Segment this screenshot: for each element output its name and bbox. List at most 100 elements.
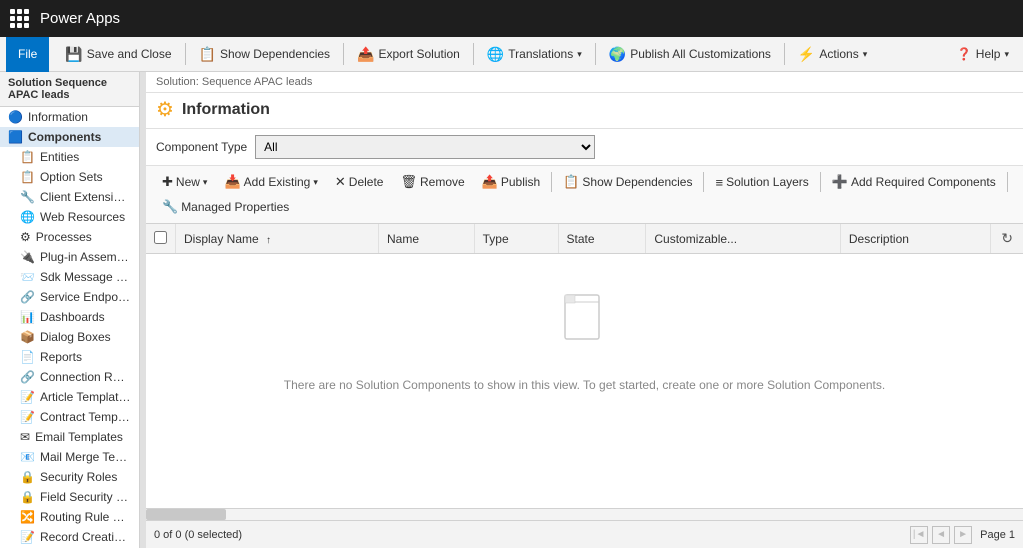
sidebar-item-dialog-boxes[interactable]: 📦 Dialog Boxes [0, 327, 139, 347]
th-display-name[interactable]: Display Name ↑ [176, 224, 379, 254]
next-page-button[interactable]: ► [954, 526, 972, 544]
th-state: State [558, 224, 646, 254]
sidebar-item-sdk-message[interactable]: 📨 Sdk Message Processi... [0, 267, 139, 287]
sidebar-item-label: Dashboards [40, 310, 105, 324]
sidebar-item-service-endpoints[interactable]: 🔗 Service Endpoints [0, 287, 139, 307]
sidebar-item-label: Field Security Profiles [40, 490, 131, 504]
sidebar-item-client-extensions[interactable]: 🔧 Client Extensions [0, 187, 139, 207]
sidebar-item-label: Plug-in Assemblies [40, 250, 131, 264]
publish-all-button[interactable]: 🌍 Publish All Customizations [601, 42, 779, 67]
sidebar-item-label: Service Endpoints [40, 290, 131, 304]
th-type: Type [474, 224, 558, 254]
horizontal-scrollbar[interactable] [146, 508, 1023, 520]
record-creation-icon: 📝 [20, 530, 35, 544]
sidebar-item-security-roles[interactable]: 🔒 Security Roles [0, 467, 139, 487]
plugin-assemblies-icon: 🔌 [20, 250, 35, 264]
show-dependencies-toolbar-button[interactable]: 📋 Show Dependencies [191, 42, 339, 67]
page-nav: |◄ ◄ ► Page 1 [910, 526, 1015, 544]
sidebar-item-components[interactable]: 🟦 Components [0, 127, 139, 147]
sidebar-item-field-security[interactable]: 🔒 Field Security Profiles [0, 487, 139, 507]
publish-all-icon: 🌍 [609, 46, 626, 63]
sidebar-item-label: Mail Merge Templates [40, 450, 131, 464]
solution-layers-button[interactable]: ≡ Solution Layers [707, 171, 816, 194]
sidebar-item-entities[interactable]: 📋 Entities [0, 147, 139, 167]
actions-button[interactable]: ⚡ Actions ▾ [790, 42, 875, 67]
information-icon: 🔵 [8, 110, 23, 124]
email-templates-icon: ✉ [20, 430, 30, 444]
show-dep-icon: 📋 [563, 174, 579, 190]
sidebar-item-article-templates[interactable]: 📝 Article Templates [0, 387, 139, 407]
sidebar-item-label: Security Roles [40, 470, 117, 484]
action-separator-1 [551, 172, 552, 192]
toolbar-separator-4 [595, 43, 596, 65]
file-button[interactable]: File [6, 37, 49, 72]
client-extensions-icon: 🔧 [20, 190, 35, 204]
refresh-button[interactable]: ↻ [999, 228, 1015, 249]
new-button[interactable]: ✚ New ▾ [154, 170, 215, 194]
sidebar-item-record-creation[interactable]: 📝 Record Creation and U... [0, 527, 139, 547]
help-button[interactable]: ❓ Help ▾ [949, 43, 1017, 65]
sidebar-item-label: Option Sets [40, 170, 103, 184]
record-count: 0 of 0 (0 selected) [154, 529, 242, 541]
remove-button[interactable]: 🗑 Remove [392, 170, 472, 194]
main-layout: Solution Sequence APAC leads 🔵 Informati… [0, 72, 1023, 548]
translations-icon: 🌐 [487, 46, 504, 63]
show-dependencies-action-button[interactable]: 📋 Show Dependencies [555, 170, 700, 194]
sdk-message-icon: 📨 [20, 270, 35, 284]
breadcrumb: Solution: Sequence APAC leads [146, 72, 1023, 93]
sidebar-item-reports[interactable]: 📄 Reports [0, 347, 139, 367]
prev-page-button[interactable]: ◄ [932, 526, 950, 544]
sidebar: Solution Sequence APAC leads 🔵 Informati… [0, 72, 140, 548]
first-page-button[interactable]: |◄ [910, 526, 928, 544]
add-existing-dropdown-arrow: ▾ [313, 177, 318, 188]
add-existing-button[interactable]: 📥 Add Existing ▾ [216, 170, 325, 194]
sidebar-item-web-resources[interactable]: 🌐 Web Resources [0, 207, 139, 227]
sidebar-item-label: Connection Roles [40, 370, 131, 384]
select-all-checkbox[interactable] [154, 231, 167, 244]
sidebar-item-label: Contract Templates [40, 410, 131, 424]
service-endpoints-icon: 🔗 [20, 290, 35, 304]
page-label: Page 1 [980, 529, 1015, 541]
sidebar-item-routing-rule-sets[interactable]: 🔀 Routing Rule Sets [0, 507, 139, 527]
page-title: Information [182, 101, 270, 119]
field-security-icon: 🔒 [20, 490, 35, 504]
th-actions: ↻ [991, 224, 1023, 254]
table-container[interactable]: Display Name ↑ Name Type State [146, 224, 1023, 508]
delete-button[interactable]: ✕ Delete [327, 170, 392, 194]
help-icon: ❓ [957, 47, 972, 61]
component-type-select[interactable]: All Entities Option Sets Web Resources P… [255, 135, 595, 159]
th-name: Name [378, 224, 474, 254]
bottom-bar: 0 of 0 (0 selected) |◄ ◄ ► Page 1 [146, 520, 1023, 548]
remove-icon: 🗑 [400, 174, 417, 190]
sidebar-item-mail-merge[interactable]: 📧 Mail Merge Templates [0, 447, 139, 467]
sidebar-item-dashboards[interactable]: 📊 Dashboards [0, 307, 139, 327]
scrollbar-thumb [146, 509, 226, 520]
th-checkbox[interactable] [146, 224, 176, 254]
publish-button[interactable]: 📤 Publish [474, 170, 549, 194]
sidebar-item-email-templates[interactable]: ✉ Email Templates [0, 427, 139, 447]
save-close-button[interactable]: 💾 Save and Close [57, 42, 179, 67]
publish-icon: 📤 [482, 174, 498, 190]
sidebar-item-label: Client Extensions [40, 190, 131, 204]
sidebar-item-contract-templates[interactable]: 📝 Contract Templates [0, 407, 139, 427]
sidebar-item-option-sets[interactable]: 📋 Option Sets [0, 167, 139, 187]
sidebar-item-plugin-assemblies[interactable]: 🔌 Plug-in Assemblies [0, 247, 139, 267]
add-required-button[interactable]: ➕ Add Required Components [824, 170, 1004, 194]
managed-properties-button[interactable]: 🔧 Managed Properties [154, 195, 297, 219]
app-grid-icon[interactable] [10, 9, 30, 29]
translations-button[interactable]: 🌐 Translations ▾ [479, 42, 590, 67]
sidebar-item-connection-roles[interactable]: 🔗 Connection Roles [0, 367, 139, 387]
sidebar-item-label: Sdk Message Processi... [40, 270, 131, 284]
entities-icon: 📋 [20, 150, 35, 164]
sidebar-item-processes[interactable]: ⚙ Processes [0, 227, 139, 247]
security-roles-icon: 🔒 [20, 470, 35, 484]
export-solution-button[interactable]: 📤 Export Solution [349, 42, 468, 67]
actions-dropdown-arrow: ▾ [863, 49, 868, 60]
sidebar-item-information[interactable]: 🔵 Information [0, 107, 139, 127]
option-sets-icon: 📋 [20, 170, 35, 184]
sidebar-item-label: Article Templates [40, 390, 131, 404]
toolbar: File 💾 Save and Close 📋 Show Dependencie… [0, 37, 1023, 72]
export-icon: 📤 [357, 46, 374, 63]
component-type-label: Component Type [156, 140, 247, 154]
save-icon: 💾 [65, 46, 82, 63]
